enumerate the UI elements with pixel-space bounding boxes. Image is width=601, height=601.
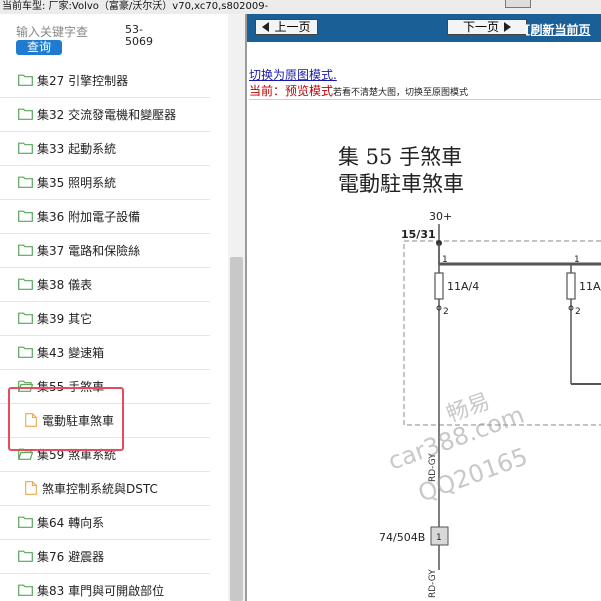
- tree-folder[interactable]: 集43 變速箱: [0, 336, 210, 370]
- arrow-left-icon: [262, 22, 270, 32]
- tree-item-label: 集27 引擎控制器: [37, 74, 129, 88]
- terminal-label: 15/31: [401, 228, 436, 241]
- pin-top-left: 1: [442, 255, 448, 265]
- folder-icon: [18, 516, 33, 528]
- mode-status: 当前：预览模式若看不清楚大图，切换至原图模式: [249, 84, 469, 98]
- tree-folder[interactable]: 集27 引擎控制器: [0, 64, 210, 98]
- folder-icon: [18, 312, 33, 324]
- tree-folder[interactable]: 集35 照明系統: [0, 166, 210, 200]
- mode-name: 预览模式: [285, 84, 334, 98]
- supply-label: 30+: [429, 210, 452, 223]
- tree-folder[interactable]: 集39 其它: [0, 302, 210, 336]
- fuse-right: [566, 272, 576, 300]
- pin-bottom-right: 2: [575, 307, 581, 317]
- tree-folder[interactable]: 集76 避震器: [0, 540, 210, 574]
- scrollbar-thumb[interactable]: [230, 257, 243, 601]
- folder-icon: [18, 584, 33, 596]
- fuse-left: [434, 272, 444, 300]
- tree-item-label: 集76 避震器: [37, 550, 105, 564]
- tree-item-label: 集33 起動系統: [37, 142, 117, 156]
- refresh-page-link[interactable]: [刷新当前页: [525, 21, 591, 38]
- tree-folder[interactable]: 集83 車門與可開啟部位: [0, 574, 210, 601]
- document-icon: [25, 481, 37, 495]
- diagram-subtitle: 電動駐車煞車: [338, 172, 464, 196]
- arrow-right-icon: [504, 22, 511, 32]
- folder-icon: [18, 244, 33, 256]
- tree-item-label: 集64 轉向系: [37, 516, 105, 530]
- folder-icon: [18, 346, 33, 358]
- prev-page-button[interactable]: 上一页: [255, 19, 318, 35]
- switch-original-mode-link[interactable]: 切换为原图模式.: [249, 66, 337, 83]
- tree-item-label: 煞車控制系統與DSTC: [42, 482, 158, 496]
- mode-hint: 若看不清楚大图，切换至原图模式: [333, 88, 469, 98]
- folder-icon: [18, 74, 33, 86]
- diagram-title: 集 55 手煞車: [338, 145, 462, 169]
- tree-folder[interactable]: 集36 附加電子設備: [0, 200, 210, 234]
- code-label: 53- 5069: [125, 23, 153, 48]
- vehicle-model-label: 当前车型: 厂家:Volvo（富豪/沃尔沃）v70,xc70,s802009-: [2, 1, 269, 12]
- folder-icon: [18, 278, 33, 290]
- tree-folder[interactable]: 集38 儀表: [0, 268, 210, 302]
- top-button[interactable]: [505, 0, 531, 8]
- sidebar: 查询 53- 5069 集27 引擎控制器集32 交流發電機和變壓器集33 起動…: [0, 14, 245, 601]
- tree-item-label: 集35 照明系統: [37, 176, 117, 190]
- next-page-button[interactable]: 下一页: [447, 19, 527, 35]
- folder-icon: [18, 142, 33, 154]
- search-input[interactable]: [16, 24, 116, 40]
- watermark: 畅易 car388.com QQ20165: [384, 389, 531, 508]
- folder-icon: [18, 108, 33, 120]
- wire-color-lower: RD-GY: [428, 569, 438, 598]
- tree-folder[interactable]: 集32 交流發電機和變壓器: [0, 98, 210, 132]
- search-button[interactable]: 查询: [16, 40, 62, 55]
- wiring-diagram: 集 55 手煞車 電動駐車煞車 30+ 15/31 1 1 11A/4 11A/…: [338, 145, 601, 598]
- tree-folder[interactable]: 集37 電路和保險絲: [0, 234, 210, 268]
- fuse-left-label: 11A/4: [447, 280, 479, 293]
- tree-item-label: 集37 電路和保險絲: [37, 244, 141, 258]
- tree-item-label: 集39 其它: [37, 312, 93, 326]
- pin-top-right: 1: [574, 255, 580, 265]
- search-area: 查询 53- 5069: [0, 14, 228, 64]
- top-status-bar: 当前车型: 厂家:Volvo（富豪/沃尔沃）v70,xc70,s802009-: [0, 0, 601, 14]
- panel-divider[interactable]: [245, 14, 247, 601]
- nav-bar: 上一页 下一页 [刷新当前页: [247, 14, 601, 42]
- tree-file[interactable]: 煞車控制系統與DSTC: [0, 472, 210, 506]
- tree-item-label: 集38 儀表: [37, 278, 93, 292]
- sidebar-scrollbar[interactable]: [228, 14, 245, 601]
- folder-icon: [18, 550, 33, 562]
- connector-label: 74/504B: [379, 531, 425, 544]
- fuse-right-label: 11A/: [579, 280, 601, 293]
- tree-folder[interactable]: 集33 起動系統: [0, 132, 210, 166]
- folder-icon: [18, 210, 33, 222]
- tree-item-label: 集43 變速箱: [37, 346, 105, 360]
- folder-icon: [18, 176, 33, 188]
- tree-item-label: 集83 車門與可開啟部位: [37, 584, 165, 598]
- connector-pin-label: 1: [436, 533, 442, 543]
- highlight-box: [8, 387, 124, 451]
- tree-item-label: 集32 交流發電機和變壓器: [37, 108, 177, 122]
- tree-folder[interactable]: 集64 轉向系: [0, 506, 210, 540]
- tree-item-label: 集36 附加電子設備: [37, 210, 141, 224]
- pin-bottom-left: 2: [443, 307, 449, 317]
